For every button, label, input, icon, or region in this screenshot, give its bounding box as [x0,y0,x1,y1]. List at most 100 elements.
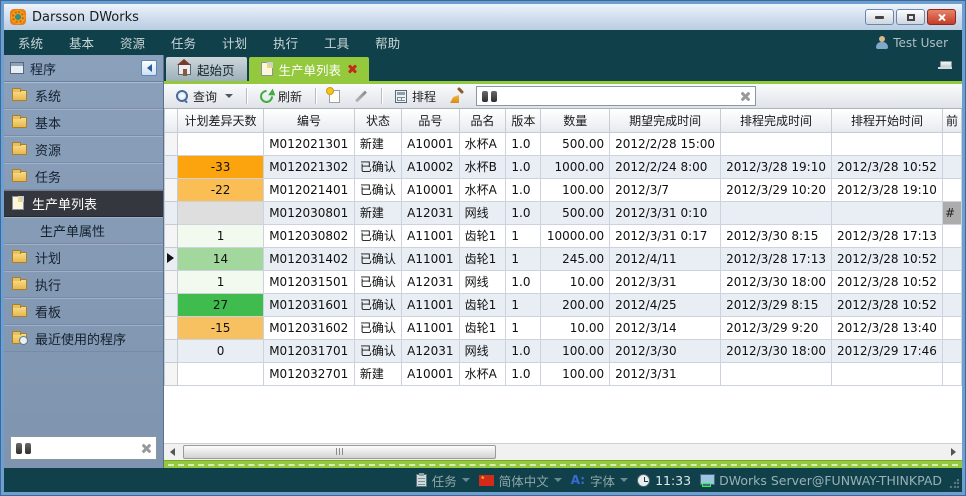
sidebar-search-input[interactable] [31,441,140,455]
menu-item[interactable]: 基本 [69,33,94,52]
chevron-down-icon [554,478,562,482]
column-header[interactable]: 版本 [506,109,541,132]
clear-search-icon[interactable] [140,443,151,454]
cell-schEnd: 2012/3/30 18:00 [721,339,832,362]
column-header[interactable]: 数量 [541,109,610,132]
resize-grip[interactable] [949,479,959,489]
menu-item[interactable]: 系统 [18,33,43,52]
clean-button[interactable] [446,87,468,105]
cell-name: 水杯A [459,362,506,385]
toolbar-search-input[interactable] [497,89,739,103]
minimize-icon [875,16,884,19]
horizontal-scrollbar[interactable] [164,443,962,460]
table-header-row: 计划差异天数编号状态品号品名版本数量期望完成时间排程完成时间排程开始时间前 [165,109,962,132]
column-header[interactable]: 前 [942,109,961,132]
font-dropdown[interactable]: A: 字体 [571,471,628,490]
cell-status: 已确认 [354,155,401,178]
cell-due: 2012/4/25 [610,293,721,316]
sidebar-item[interactable]: 生产单列表 [4,190,163,217]
clear-search-icon[interactable] [739,91,750,102]
table-row[interactable]: M012021301新建A10001水杯A1.0500.002012/2/28 … [165,132,962,155]
task-dropdown[interactable]: 任务 [416,471,470,490]
sidebar-item[interactable]: 最近使用的程序 [4,325,163,352]
column-header[interactable]: 排程完成时间 [721,109,832,132]
pin-icon[interactable] [938,61,952,71]
column-header[interactable]: 品号 [402,109,459,132]
tab-inactive[interactable]: 起始页 [166,57,247,81]
scroll-right-arrow[interactable] [945,444,962,461]
cell-qty: 10.00 [541,316,610,339]
sidebar-item[interactable]: 计划 [4,244,163,271]
menu-item[interactable]: 任务 [171,33,196,52]
table-row[interactable]: M012030801新建A12031网线1.0500.002012/3/31 0… [165,201,962,224]
toolbar-separator [246,88,247,104]
table-row[interactable]: M012032701新建A10001水杯A1.0100.002012/3/31 [165,362,962,385]
menu-item[interactable]: 资源 [120,33,145,52]
sidebar-item[interactable]: 执行 [4,271,163,298]
table-row[interactable]: 1M012031501已确认A12031网线1.010.002012/3/312… [165,270,962,293]
status-accent-strip [164,460,962,468]
sidebar-item[interactable]: 生产单属性 [4,217,163,244]
cell-id: M012032701 [264,362,355,385]
query-button[interactable]: 查询 [172,86,237,107]
binoculars-icon [16,443,31,454]
cell-extra [942,339,961,362]
new-button[interactable] [325,88,344,105]
sidebar-item[interactable]: 资源 [4,136,163,163]
table-row[interactable]: -22M012021401已确认A10001水杯A1.0100.002012/3… [165,178,962,201]
cell-extra [942,224,961,247]
cell-extra [942,362,961,385]
user-area[interactable]: Test User [876,36,948,50]
cell-schEnd: 2012/3/30 18:00 [721,270,832,293]
menu-item[interactable]: 执行 [273,33,298,52]
column-header[interactable]: 计划差异天数 [177,109,263,132]
column-header[interactable]: 期望完成时间 [610,109,721,132]
table-row[interactable]: 0M012031701已确认A12031网线1.0100.002012/3/30… [165,339,962,362]
table-row[interactable]: 27M012031601已确认A11001齿轮11200.002012/4/25… [165,293,962,316]
tab-label: 生产单列表 [279,60,342,79]
schedule-button[interactable]: 排程 [391,86,440,107]
cell-status: 已确认 [354,178,401,201]
cell-id: M012030802 [264,224,355,247]
cell-item: A11001 [402,293,459,316]
scroll-left-arrow[interactable] [164,444,181,461]
column-header[interactable]: 品名 [459,109,506,132]
binoculars-icon [482,91,497,102]
cell-diff: 1 [177,224,263,247]
sidebar-item[interactable]: 系统 [4,82,163,109]
cell-item: A10001 [402,178,459,201]
column-header[interactable]: 排程开始时间 [832,109,943,132]
tab-active[interactable]: 生产单列表 [249,57,370,81]
window-controls [865,9,956,25]
minimize-button[interactable] [865,9,894,25]
language-dropdown[interactable]: 简体中文 [479,471,562,490]
document-icon [12,196,24,210]
cell-name: 水杯A [459,178,506,201]
menu-item[interactable]: 工具 [324,33,349,52]
sidebar-item[interactable]: 任务 [4,163,163,190]
column-header[interactable]: 编号 [264,109,355,132]
current-row-arrow-icon [167,253,174,263]
edit-button[interactable] [350,93,372,100]
menu-item[interactable]: 帮助 [375,33,400,52]
table-row[interactable]: 1M012030802已确认A11001齿轮1110000.002012/3/3… [165,224,962,247]
cell-due: 2012/2/28 15:00 [610,132,721,155]
tab-close-icon[interactable] [347,64,357,74]
sidebar-item[interactable]: 基本 [4,109,163,136]
sidebar-item[interactable]: 看板 [4,298,163,325]
table-row[interactable]: 14M012031402已确认A11001齿轮11245.002012/4/11… [165,247,962,270]
menu-item[interactable]: 计划 [222,33,247,52]
table-row[interactable]: -15M012031602已确认A11001齿轮1110.002012/3/14… [165,316,962,339]
refresh-button[interactable]: 刷新 [256,86,306,107]
scrollbar-thumb[interactable] [183,445,496,459]
restore-button[interactable] [896,9,925,25]
cell-schStart: 2012/3/28 10:52 [832,247,943,270]
cell-id: M012031601 [264,293,355,316]
cell-item: A12031 [402,339,459,362]
close-button[interactable] [927,9,956,25]
table-row[interactable]: -33M012021302已确认A10002水杯B1.01000.002012/… [165,155,962,178]
cell-due: 2012/2/24 8:00 [610,155,721,178]
column-header[interactable]: 状态 [354,109,401,132]
scrollbar-track[interactable] [181,444,945,461]
sidebar-collapse-button[interactable] [141,60,157,76]
